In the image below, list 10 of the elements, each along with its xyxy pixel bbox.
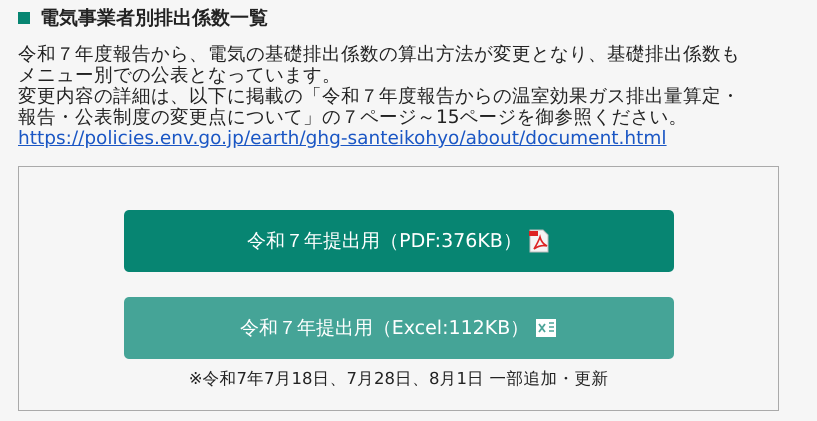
download-button[interactable]: 令和７年提出用（PDF:376KB） [124, 210, 674, 272]
download-button[interactable]: 令和７年提出用（Excel:112KB） [124, 297, 674, 359]
update-note: ※令和7年7月18日、7月28日、8月1日 一部追加・更新 [188, 368, 608, 390]
intro-paragraph: 変更内容の詳細は、以下に掲載の「令和７年度報告からの温室効果ガス排出量算定・ 報告・公表制度の変更点について」の７ページ～15ページを御参照ください。 [18, 86, 741, 128]
heading-marker-icon [18, 12, 30, 24]
section-heading: 電気事業者別排出係数一覧 [40, 6, 268, 30]
intro-paragraph: 令和７年度報告から、電気の基礎排出係数の算出方法が変更となり、基礎排出係数も メニュー別での公表となっています。 [18, 44, 741, 86]
pdf-file-icon [528, 229, 550, 253]
document-link[interactable]: https://policies.env.go.jp/earth/ghg-santeikohyo/about/document.html [18, 128, 667, 150]
excel-file-icon [535, 317, 558, 339]
